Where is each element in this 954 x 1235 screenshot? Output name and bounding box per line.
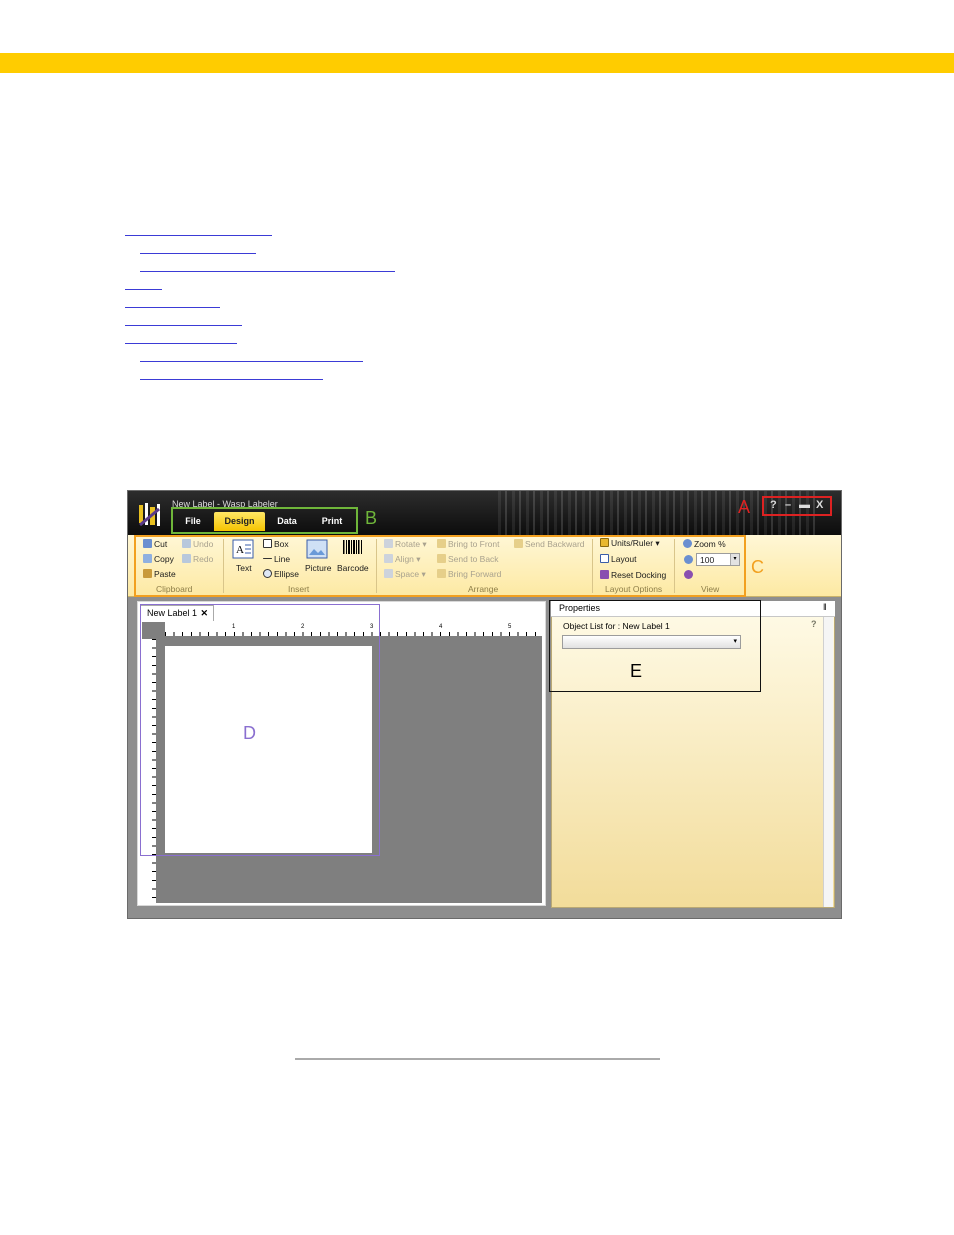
annotation-label-e: E [630,661,643,681]
annotation-label-b: B [365,508,378,528]
app-screenshot: New Label - Wasp Labeler File Design Dat… [127,490,842,919]
toc-link[interactable] [140,271,395,272]
toc-link[interactable] [140,361,363,362]
help-button[interactable]: ? [770,499,777,511]
annotation-box-d [140,604,380,856]
annotation-label-d: D [243,723,256,743]
annotation-box-e [549,600,761,692]
toc-link[interactable] [125,307,220,308]
toc-link[interactable] [140,379,323,380]
toc-link[interactable] [125,325,242,326]
footer-divider [295,1058,660,1060]
annotation-label-c: C [751,557,764,577]
minimize-button[interactable]: – [785,499,791,511]
toc-link[interactable] [125,289,162,290]
maximize-button[interactable]: ▬ [799,499,810,511]
wasp-logo-icon [139,503,160,527]
toc-link[interactable] [125,235,272,236]
toc-link[interactable] [140,253,256,254]
pin-icon[interactable]: ‖ [823,602,827,612]
close-button[interactable]: X [816,499,823,511]
ruler-number: 5 [508,624,512,630]
properties-scrollbar[interactable] [823,617,833,907]
top-banner [0,53,954,73]
properties-help-icon[interactable]: ? [811,619,817,629]
toc-link[interactable] [125,343,237,344]
ruler-number: 4 [439,624,443,630]
annotation-box-c [134,535,746,597]
title-bar: New Label - Wasp Labeler File Design Dat… [128,491,841,535]
annotation-box-b [171,507,358,534]
annotation-label-a: A [738,497,751,517]
